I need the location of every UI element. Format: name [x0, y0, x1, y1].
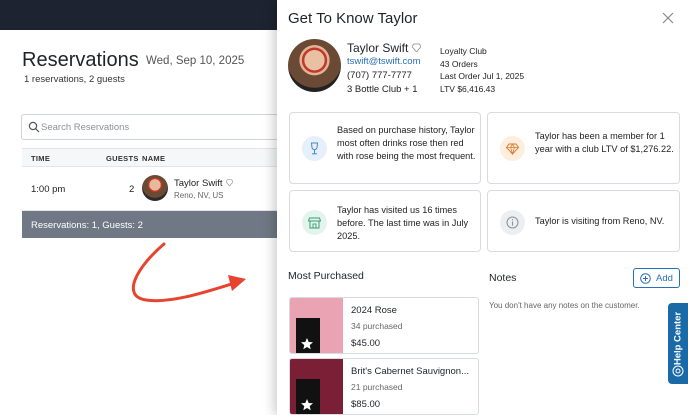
guest-phone: (707) 777-7777: [347, 70, 412, 81]
product-purchased-count: 34 purchased: [351, 321, 403, 331]
most-purchased-title: Most Purchased: [288, 270, 364, 282]
footer-summary: Reservations: 1, Guests: 2: [31, 220, 143, 231]
cell-time: 1:00 pm: [31, 184, 66, 195]
product-image: [290, 298, 343, 353]
insight-icon-wrap: [302, 136, 327, 161]
product-purchased-count: 21 purchased: [351, 382, 403, 392]
reservation-summary: 1 reservations, 2 guests: [24, 74, 125, 85]
close-icon[interactable]: [662, 12, 674, 24]
wine-glass-icon: [310, 142, 319, 155]
product-price: $85.00: [351, 399, 381, 410]
insight-text: Based on purchase history, Taylor most o…: [337, 125, 476, 161]
info-icon: [506, 216, 519, 229]
guest-stats: Loyalty Club 43 Orders Last Order Jul 1,…: [440, 45, 524, 95]
insight-card-preferences: Based on purchase history, Taylor most o…: [289, 112, 481, 184]
annotation-arrow: [132, 242, 246, 303]
insight-card-membership: Taylor has been a member for 1 year with…: [487, 112, 680, 184]
diamond-icon: [412, 43, 422, 52]
reservation-date[interactable]: Wed, Sep 10, 2025: [146, 55, 244, 67]
guest-email-link[interactable]: tswift@tswift.com: [347, 56, 421, 67]
star-icon: [301, 338, 313, 350]
search-icon: [28, 121, 40, 133]
insight-text: Taylor has been a member for 1 year with…: [535, 131, 674, 154]
guest-name-text: Taylor Swift: [174, 178, 223, 189]
stat-loyalty: Loyalty Club: [440, 46, 487, 56]
guest-name: Taylor Swift: [347, 41, 422, 55]
product-card[interactable]: Brit's Cabernet Sauvignon... 21 purchase…: [289, 358, 479, 415]
add-button-label: Add: [656, 273, 673, 284]
insight-text: Taylor has visited us 16 times before. T…: [337, 205, 469, 241]
notes-title: Notes: [489, 272, 517, 284]
cell-guests: 2: [129, 184, 135, 195]
table-header: TIME GUESTS NAME: [22, 148, 284, 167]
column-header-name[interactable]: NAME: [142, 154, 165, 163]
help-center-label: Help Center: [672, 311, 684, 366]
product-image: [290, 359, 343, 414]
store-icon: [308, 217, 321, 229]
insight-text: Taylor is visiting from Reno, NV.: [535, 216, 665, 226]
stat-last-order: Last Order Jul 1, 2025: [440, 71, 525, 81]
add-note-button[interactable]: Add: [633, 268, 680, 288]
table-row[interactable]: 1:00 pm 2 Taylor Swift Reno, NV, US: [22, 167, 284, 211]
insight-card-location: Taylor is visiting from Reno, NV.: [487, 190, 680, 252]
product-name: 2024 Rose: [351, 305, 397, 316]
reservations-footer: Reservations: 1, Guests: 2: [22, 211, 284, 238]
notes-empty-message: You don't have any notes on the customer…: [489, 301, 640, 310]
insight-icon-wrap: [302, 210, 327, 235]
product-price: $45.00: [351, 338, 381, 349]
star-icon: [301, 399, 313, 411]
search-box[interactable]: [21, 114, 283, 140]
product-card[interactable]: 2024 Rose 34 purchased $45.00: [289, 297, 479, 354]
page-title: Reservations: [22, 49, 139, 71]
stat-orders: 43 Orders: [440, 58, 478, 69]
guest-avatar: [288, 39, 341, 92]
cell-guest-name[interactable]: Taylor Swift: [174, 178, 233, 189]
diamond-icon: [225, 179, 233, 186]
diamond-icon: [506, 143, 519, 155]
product-name: Brit's Cabernet Sauvignon...: [351, 366, 469, 377]
help-icon: [672, 365, 684, 377]
insight-icon-wrap: [500, 136, 525, 161]
help-center-button[interactable]: Help Center: [668, 303, 688, 384]
column-header-guests[interactable]: GUESTS: [106, 154, 139, 163]
column-header-time[interactable]: TIME: [31, 154, 50, 163]
guest-profile-drawer: Get To Know Taylor Taylor Swift tswift@t…: [277, 0, 688, 415]
guest-club: 3 Bottle Club + 1: [347, 84, 418, 95]
guest-name-text: Taylor Swift: [347, 41, 409, 55]
insight-card-visits: Taylor has visited us 16 times before. T…: [289, 190, 481, 252]
cell-guest-location: Reno, NV, US: [174, 191, 224, 200]
stat-ltv: LTV $6,416.43: [440, 83, 496, 94]
insight-icon-wrap: [500, 210, 525, 235]
search-input[interactable]: [41, 118, 271, 136]
drawer-title: Get To Know Taylor: [288, 10, 418, 27]
plus-circle-icon: [640, 273, 651, 284]
avatar: [142, 175, 168, 201]
